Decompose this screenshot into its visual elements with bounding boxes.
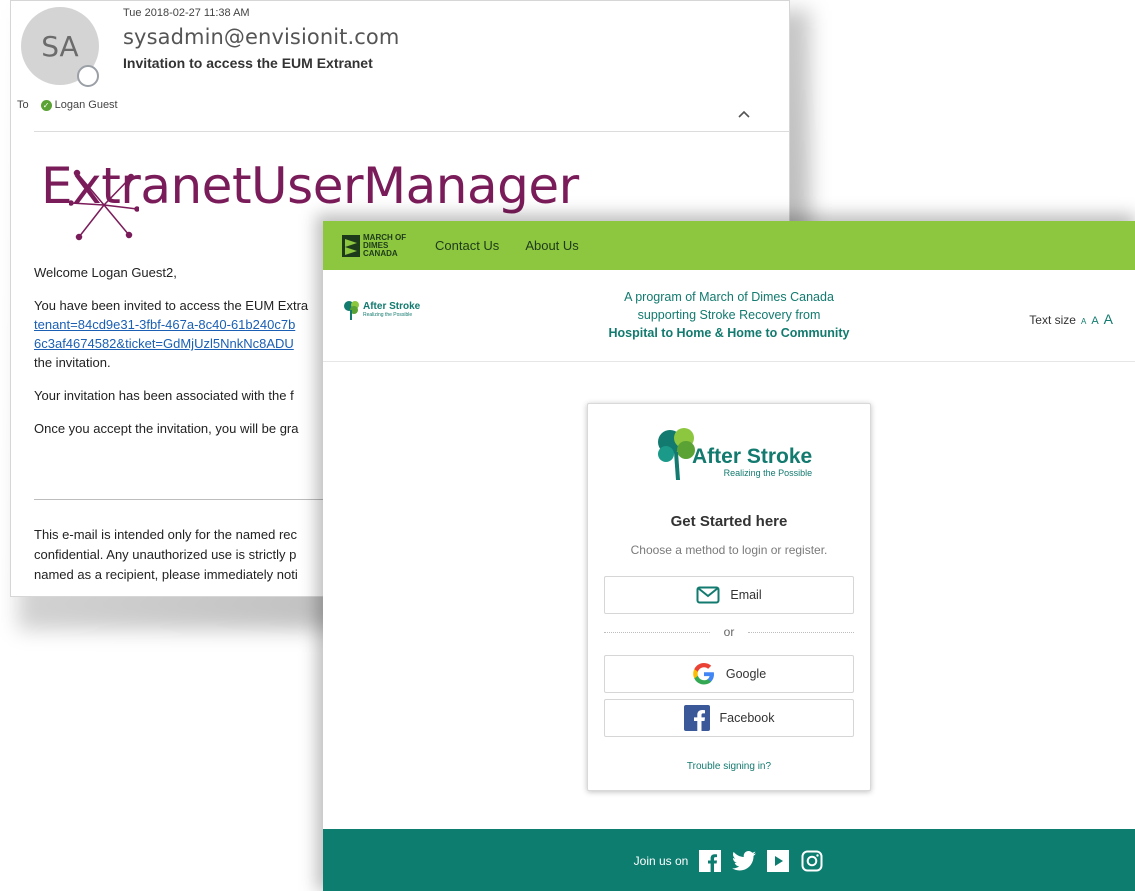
or-divider-left [604, 631, 710, 633]
email-recipients: To ✓ Logan Guest [17, 99, 118, 111]
or-divider: or [604, 625, 855, 639]
text-size-label: Text size [1029, 313, 1076, 327]
email-button-label: Email [730, 588, 762, 602]
network-star-icon [69, 169, 139, 241]
body-divider [34, 499, 334, 500]
tagline-line-1: A program of March of Dimes Canada [624, 290, 834, 304]
email-subject: Invitation to access the EUM Extranet [123, 55, 373, 71]
march-of-dimes-logo[interactable]: MARCH OF DIMES CANADA [342, 232, 409, 258]
login-card: After Stroke Realizing the Possible Get … [587, 403, 871, 791]
invitation-link-line-1[interactable]: tenant=84cd9e31-3fbf-467a-8c40-61b240c7b [34, 315, 334, 334]
text-size-small[interactable]: A [1081, 317, 1086, 326]
disclaimer-line-2: confidential. Any unauthorized use is st… [34, 547, 297, 562]
march-of-dimes-mark-icon [342, 234, 360, 257]
recipient-name: Logan Guest [54, 99, 118, 111]
header-divider [34, 131, 789, 132]
text-size-medium[interactable]: A [1091, 315, 1098, 327]
facebook-social-icon[interactable] [698, 849, 722, 873]
march-of-dimes-text: MARCH OF DIMES CANADA [363, 232, 407, 258]
trouble-signing-in-link[interactable]: Trouble signing in? [588, 761, 870, 772]
disclaimer-line-3: named as a recipient, please immediately… [34, 567, 298, 582]
or-label: or [723, 625, 735, 639]
after-stroke-card-logo: After Stroke Realizing the Possible [654, 426, 812, 482]
recipient-chip[interactable]: ✓ Logan Guest [35, 99, 118, 111]
invite-text: You have been invited to access the EUM … [34, 298, 309, 313]
available-status-icon: ✓ [40, 99, 52, 111]
login-window: MARCH OF DIMES CANADA Contact Us About U… [323, 221, 1135, 891]
facebook-button-label: Facebook [719, 711, 775, 725]
join-us-label: Join us on [633, 854, 689, 868]
email-sender[interactable]: sysadmin@envisionit.com [123, 25, 399, 49]
text-size-large[interactable]: A [1104, 311, 1113, 327]
card-logo-text: After Stroke [692, 445, 813, 468]
or-divider-right [748, 631, 855, 633]
email-datetime: Tue 2018-02-27 11:38 AM [123, 7, 250, 19]
program-tagline: A program of March of Dimes Canada suppo… [323, 288, 1135, 342]
presence-status-icon [77, 65, 99, 87]
card-title: Get Started here [670, 513, 788, 530]
google-icon [693, 663, 714, 685]
card-subtitle: Choose a method to login or register. [630, 543, 828, 557]
email-body: Welcome Logan Guest2, You have been invi… [34, 263, 334, 452]
invite-tail: the invitation. [34, 355, 111, 370]
social-links: Join us on [323, 849, 1135, 873]
avatar-initials: SA [41, 29, 79, 63]
instagram-icon[interactable] [800, 849, 824, 873]
site-header: After Stroke Realizing the Possible A pr… [323, 270, 1135, 362]
logo-wordmark-rest: tranetUserManager [101, 157, 579, 215]
top-nav-bar: MARCH OF DIMES CANADA Contact Us About U… [323, 221, 1135, 270]
email-disclaimer: This e-mail is intended only for the nam… [34, 525, 334, 585]
tagline-line-3: Hospital to Home & Home to Community [608, 326, 850, 340]
google-button-label: Google [725, 667, 767, 681]
collapse-header-icon[interactable] [738, 105, 750, 121]
associated-text: Your invitation has been associated with… [34, 388, 294, 403]
twitter-icon[interactable] [732, 849, 757, 873]
to-label: To [17, 99, 29, 111]
google-login-button[interactable]: Google [604, 655, 854, 693]
email-login-button[interactable]: Email [604, 576, 854, 614]
nav-contact-us[interactable]: Contact Us [435, 238, 499, 253]
greeting: Welcome Logan Guest2, [34, 265, 177, 280]
logo-letter-e: E [41, 157, 73, 215]
tagline-line-2: supporting Stroke Recovery from [637, 308, 821, 322]
site-footer: Join us on [323, 829, 1135, 891]
facebook-icon [683, 705, 710, 731]
card-logo-sub: Realizing the Possible [723, 468, 813, 478]
youtube-icon[interactable] [766, 849, 790, 873]
accept-text: Once you accept the invitation, you will… [34, 421, 299, 436]
facebook-login-button[interactable]: Facebook [604, 699, 854, 737]
text-size-control: Text size A A A [1029, 311, 1113, 327]
nav-about-us[interactable]: About Us [525, 238, 578, 253]
invite-paragraph: You have been invited to access the EUM … [34, 296, 334, 372]
disclaimer-line-1: This e-mail is intended only for the nam… [34, 527, 298, 542]
invitation-link-line-2[interactable]: 6c3af4674582&ticket=GdMjUzl5NnkNc8ADU [34, 334, 334, 353]
envelope-icon [696, 586, 720, 604]
